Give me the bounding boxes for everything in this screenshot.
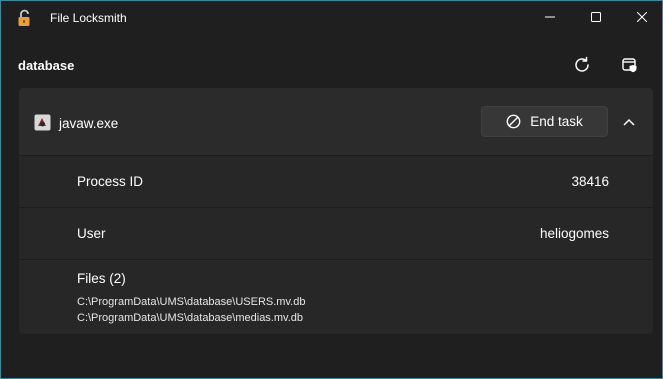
user-row: User heliogomes (19, 208, 653, 260)
file-path: C:\ProgramData\UMS\database\medias.mv.db (77, 312, 303, 324)
chevron-up-icon (623, 118, 635, 126)
restart-as-admin-button[interactable] (615, 51, 645, 79)
minimize-button[interactable] (527, 1, 573, 33)
user-label: User (77, 226, 106, 241)
padlock-icon (17, 9, 33, 27)
block-icon (506, 114, 521, 129)
title-bar: File Locksmith (1, 1, 662, 35)
maximize-icon (591, 12, 601, 22)
file-path: C:\ProgramData\UMS\database\USERS.mv.db (77, 296, 306, 308)
refresh-icon (575, 56, 589, 72)
refresh-button[interactable] (567, 51, 597, 79)
file-locksmith-window: File Locksmith database javaw.exe End ta… (0, 0, 663, 379)
process-name: javaw.exe (59, 116, 119, 131)
close-button[interactable] (619, 1, 662, 33)
files-label: Files (2) (77, 271, 126, 286)
files-row: Files (2) C:\ProgramData\UMS\database\US… (19, 260, 653, 334)
page-title: database (18, 58, 75, 73)
maximize-button[interactable] (573, 1, 619, 33)
close-icon (637, 12, 647, 22)
collapse-button[interactable] (617, 112, 641, 132)
end-task-label: End task (530, 114, 583, 129)
user-value: heliogomes (539, 226, 609, 241)
shield-window-icon (622, 58, 637, 73)
process-id-value: 38416 (571, 174, 609, 189)
window-title: File Locksmith (50, 11, 127, 25)
process-id-label: Process ID (77, 174, 144, 189)
end-task-button[interactable]: End task (481, 106, 608, 137)
process-header[interactable]: javaw.exe End task (19, 88, 653, 156)
java-process-icon (34, 114, 51, 131)
minimize-icon (545, 16, 555, 18)
process-id-row: Process ID 38416 (19, 156, 653, 208)
process-card: javaw.exe End task Process ID 38416 User… (19, 88, 653, 334)
